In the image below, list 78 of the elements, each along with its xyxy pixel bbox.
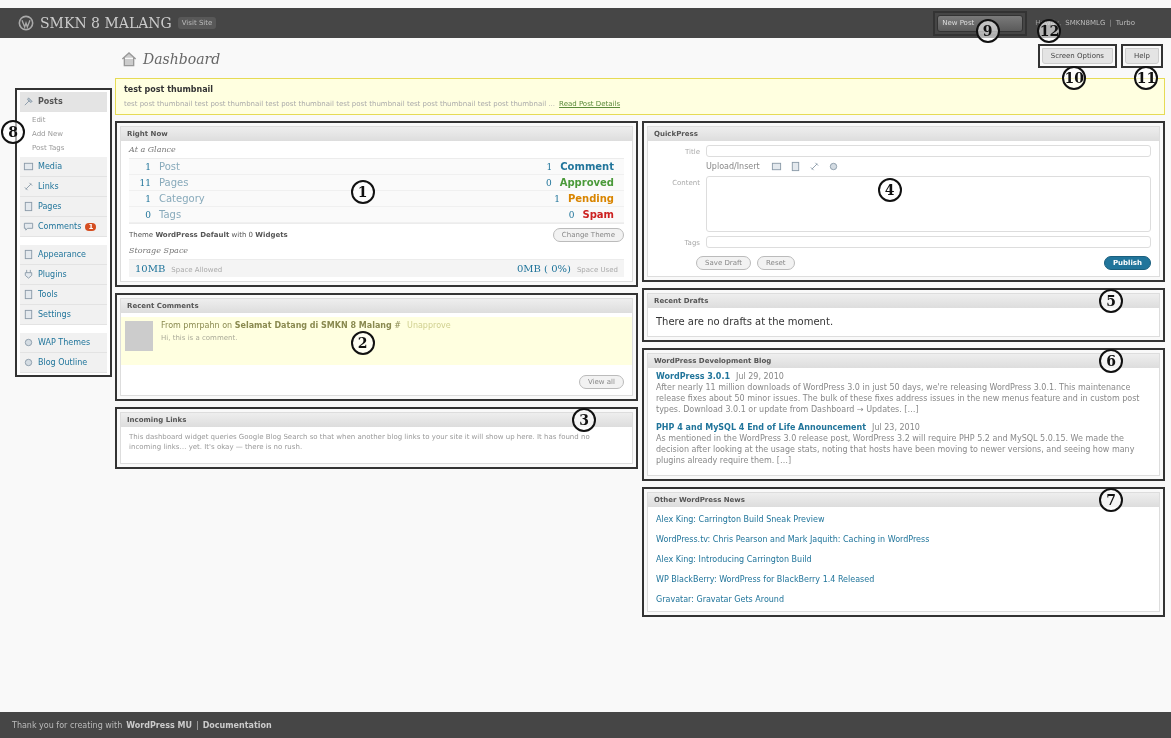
section-heading: Storage Space <box>129 246 190 255</box>
menu-item[interactable]: Blog Outline <box>20 353 107 373</box>
site-title[interactable]: SMKN 8 MALANG <box>40 15 172 31</box>
menu-item[interactable]: WAP Themes <box>20 333 107 353</box>
status-label[interactable]: Pending <box>567 193 614 204</box>
count-link[interactable]: 11 <box>139 177 151 188</box>
news-link[interactable]: WP BlackBerry: WordPress for BlackBerry 1.4 Released <box>656 570 1151 587</box>
menu-item-icon <box>23 221 34 232</box>
callout-number: 4 <box>877 177 902 202</box>
menu-item-icon <box>23 201 34 212</box>
menu-item-icon <box>23 289 34 300</box>
menu-item-icon <box>23 309 34 320</box>
menu-item[interactable]: Appearance <box>20 245 107 265</box>
content-field[interactable] <box>706 176 1151 232</box>
storage-value: 0MB ( 0%) <box>516 263 571 274</box>
menu-item[interactable]: Settings <box>20 305 107 325</box>
media-upload-icon <box>789 161 801 172</box>
callout-number: 8 <box>1 120 25 144</box>
menu-item-icon <box>23 357 34 368</box>
menu-item[interactable]: Links <box>20 177 107 197</box>
count-link[interactable]: 0 <box>562 209 575 220</box>
post-excerpt: As mentioned in the WordPress 3.0 release post, WordPress 3.2 will require PHP 5.2 and MySQL 5.0.15. We made the decision after looking at the usage stats, noting that hosts have been moving to newer versions, and seeing how many plugins already require them. […] <box>656 434 1136 467</box>
count-link[interactable]: 1 <box>139 193 151 204</box>
menu-item-icon <box>23 161 34 172</box>
post-date: Jul 29, 2010 <box>736 372 784 381</box>
footer-link[interactable]: WordPress MU <box>126 720 192 730</box>
callout-number: 6 <box>1099 349 1123 373</box>
media-upload-icon <box>808 161 820 172</box>
menu-item[interactable]: Tools <box>20 285 107 305</box>
post-title-link[interactable]: WordPress 3.0.1 <box>656 372 731 381</box>
wordpress-logo-icon <box>18 15 34 31</box>
news-link[interactable]: Alex King: Introducing Carrington Build <box>656 550 1151 567</box>
news-link[interactable]: WordPress.tv: Chris Pearson and Mark Jaquith: Caching in WordPress <box>656 530 1151 547</box>
widget-text: There are no drafts at the moment. <box>656 315 835 329</box>
status-label[interactable]: Approved <box>559 177 614 188</box>
count-link[interactable]: 1 <box>547 193 560 204</box>
page-title: Dashboard <box>143 51 222 67</box>
status-label[interactable]: Comment <box>560 161 614 172</box>
callout-number: 7 <box>1099 487 1123 512</box>
menu-item-icon <box>23 269 34 280</box>
post-excerpt: After nearly 11 million downloads of WordPress 3.0 in just 50 days, we're releasing WordPress 3.0.1. This maintenance release fixes about 50 minor issues. The bulk of these fixes address issues in the new menus feature and in custom post types. Download 3.0.1 or update from Dashboard → Updates. […] <box>656 383 1141 416</box>
dashboard-icon <box>121 51 137 67</box>
count-link[interactable]: 0 <box>539 177 552 188</box>
status-label[interactable]: Spam <box>582 209 614 220</box>
menu-item[interactable]: Media <box>20 157 107 177</box>
menu-item-icon <box>23 337 34 348</box>
menu-item-icon <box>23 96 34 107</box>
comment-meta[interactable]: From pmrpahn on Selamat Datang di SMKN 8 Malang # <box>161 321 402 330</box>
section-heading: At a Glance <box>129 145 177 154</box>
count-link[interactable]: 1 <box>139 161 151 172</box>
separator: | <box>195 720 199 730</box>
callout-number: 5 <box>1099 289 1123 313</box>
count-link[interactable]: 0 <box>139 209 151 220</box>
notice-title: test post thumbnail <box>124 85 215 94</box>
callout-number: 2 <box>350 331 375 356</box>
media-upload-icon <box>827 161 839 172</box>
title-field[interactable] <box>706 145 1151 157</box>
menu-item-icon <box>23 181 34 192</box>
menu-item[interactable]: Pages <box>20 197 107 217</box>
menu-item-icon <box>23 249 34 260</box>
media-upload-icon <box>770 161 782 172</box>
storage-value: 10MB <box>135 263 166 274</box>
callout-number: 3 <box>572 408 596 432</box>
callout-number: 1 <box>350 179 375 204</box>
news-link[interactable]: Alex King: Carrington Build Sneak Preview <box>656 510 1151 527</box>
news-link[interactable]: Gravatar: Gravatar Gets Around <box>656 590 1151 607</box>
footer-link[interactable]: Documentation <box>202 720 272 730</box>
upload-label: Upload/Insert <box>706 162 760 171</box>
post-date: Jul 23, 2010 <box>872 423 920 433</box>
avatar-placeholder <box>125 321 153 351</box>
post-title-link[interactable]: PHP 4 and MySQL 4 End of Life Announcement <box>656 423 867 433</box>
callout-number: 9 <box>975 18 1000 43</box>
tags-field[interactable] <box>706 236 1151 248</box>
menu-item[interactable]: Posts <box>20 92 107 112</box>
footer-text: Thank you for creating with <box>12 720 123 730</box>
media-upload-button[interactable] <box>769 161 783 172</box>
menu-item[interactable]: Plugins <box>20 265 107 285</box>
count-link[interactable]: 1 <box>540 161 553 172</box>
